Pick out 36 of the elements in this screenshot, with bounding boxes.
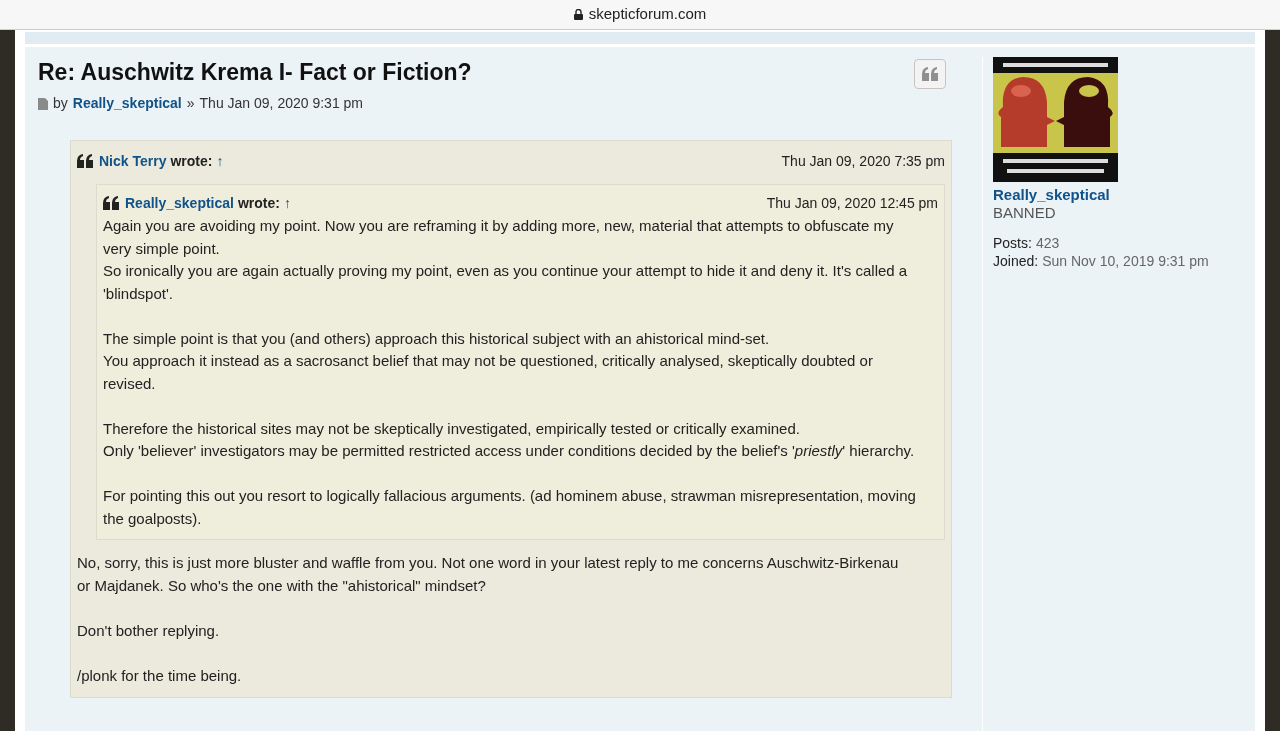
stat-label: Joined:: [993, 252, 1039, 270]
quote-text: The simple point is that you (and others) approach this historical subject with an ahistorical mind-set.: [103, 328, 771, 349]
author-link[interactable]: Really_skeptical: [72, 93, 182, 114]
quote-author-link[interactable]: Really_skeptical: [125, 191, 234, 214]
quote-icon: [922, 67, 938, 81]
jump-to-post-link[interactable]: ↑: [216, 150, 224, 173]
quote-icon: [103, 195, 119, 210]
quote-text: Therefore the historical sites may not be skeptically investigated, empirically tested or critically examined.: [103, 418, 801, 439]
byline-separator: »: [186, 94, 195, 113]
document-icon: [38, 97, 48, 110]
reply-text: Don't bother replying.: [77, 620, 221, 641]
quote-icon: [77, 154, 93, 169]
stat-label: Posts:: [993, 234, 1032, 252]
reply-text: /plonk for the time being.: [77, 665, 243, 686]
stat-value: Sun Nov 10, 2019 9:31 pm: [1042, 252, 1209, 270]
byline-label: by: [53, 94, 68, 113]
quote-text: Again you are avoiding my point. Now you are reframing it by adding more, new, material that attempts to obfuscate my very simple point.: [103, 216, 895, 259]
stat-value: 423: [1035, 234, 1060, 252]
quote-author-link[interactable]: Nick Terry: [99, 150, 167, 173]
user-rank: BANNED: [993, 204, 1057, 222]
quote-text: For pointing this out you resort to logically fallacious arguments. (ad hominem abuse, strawman misrepresentation, moving the goalposts).: [103, 486, 917, 529]
post-date: Thu Jan 09, 2020 9:31 pm: [199, 94, 363, 113]
jump-to-post-link[interactable]: ↑: [283, 191, 291, 214]
quote-date: Thu Jan 09, 2020 7:35 pm: [781, 152, 945, 171]
quote-text: Only 'believer' investigators may be permitted restricted access under conditions decided by the belief's 'priestly' hierarchy.: [103, 441, 916, 461]
quote-text: You approach it instead as a sacrosanct belief that may not be questioned, critically analysed, skeptically doubted or revised.: [103, 351, 874, 394]
wrote-label: wrote:: [170, 152, 213, 171]
post-title: Re: Auschwitz Krema I- Fact or Fiction?: [38, 58, 472, 87]
quote-button[interactable]: [914, 59, 946, 89]
quote-text: So ironically you are again actually proving my point, even as you continue your attempt to hide it and deny it. It's called a 'blindspot'.: [103, 261, 909, 304]
lock-icon: [573, 9, 583, 20]
url-text[interactable]: skepticforum.com: [588, 3, 707, 26]
wrote-label: wrote:: [237, 193, 280, 213]
profile-username-link[interactable]: Really_skeptical: [993, 185, 1247, 204]
reply-text: No, sorry, this is just more bluster and waffle from you. Not one word in your latest reply to me concerns Auschwitz-Birkenau or Majdanek. So who's the one with the "ahistorical" mindset?: [77, 553, 900, 596]
quote-date: Thu Jan 09, 2020 12:45 pm: [766, 193, 938, 213]
